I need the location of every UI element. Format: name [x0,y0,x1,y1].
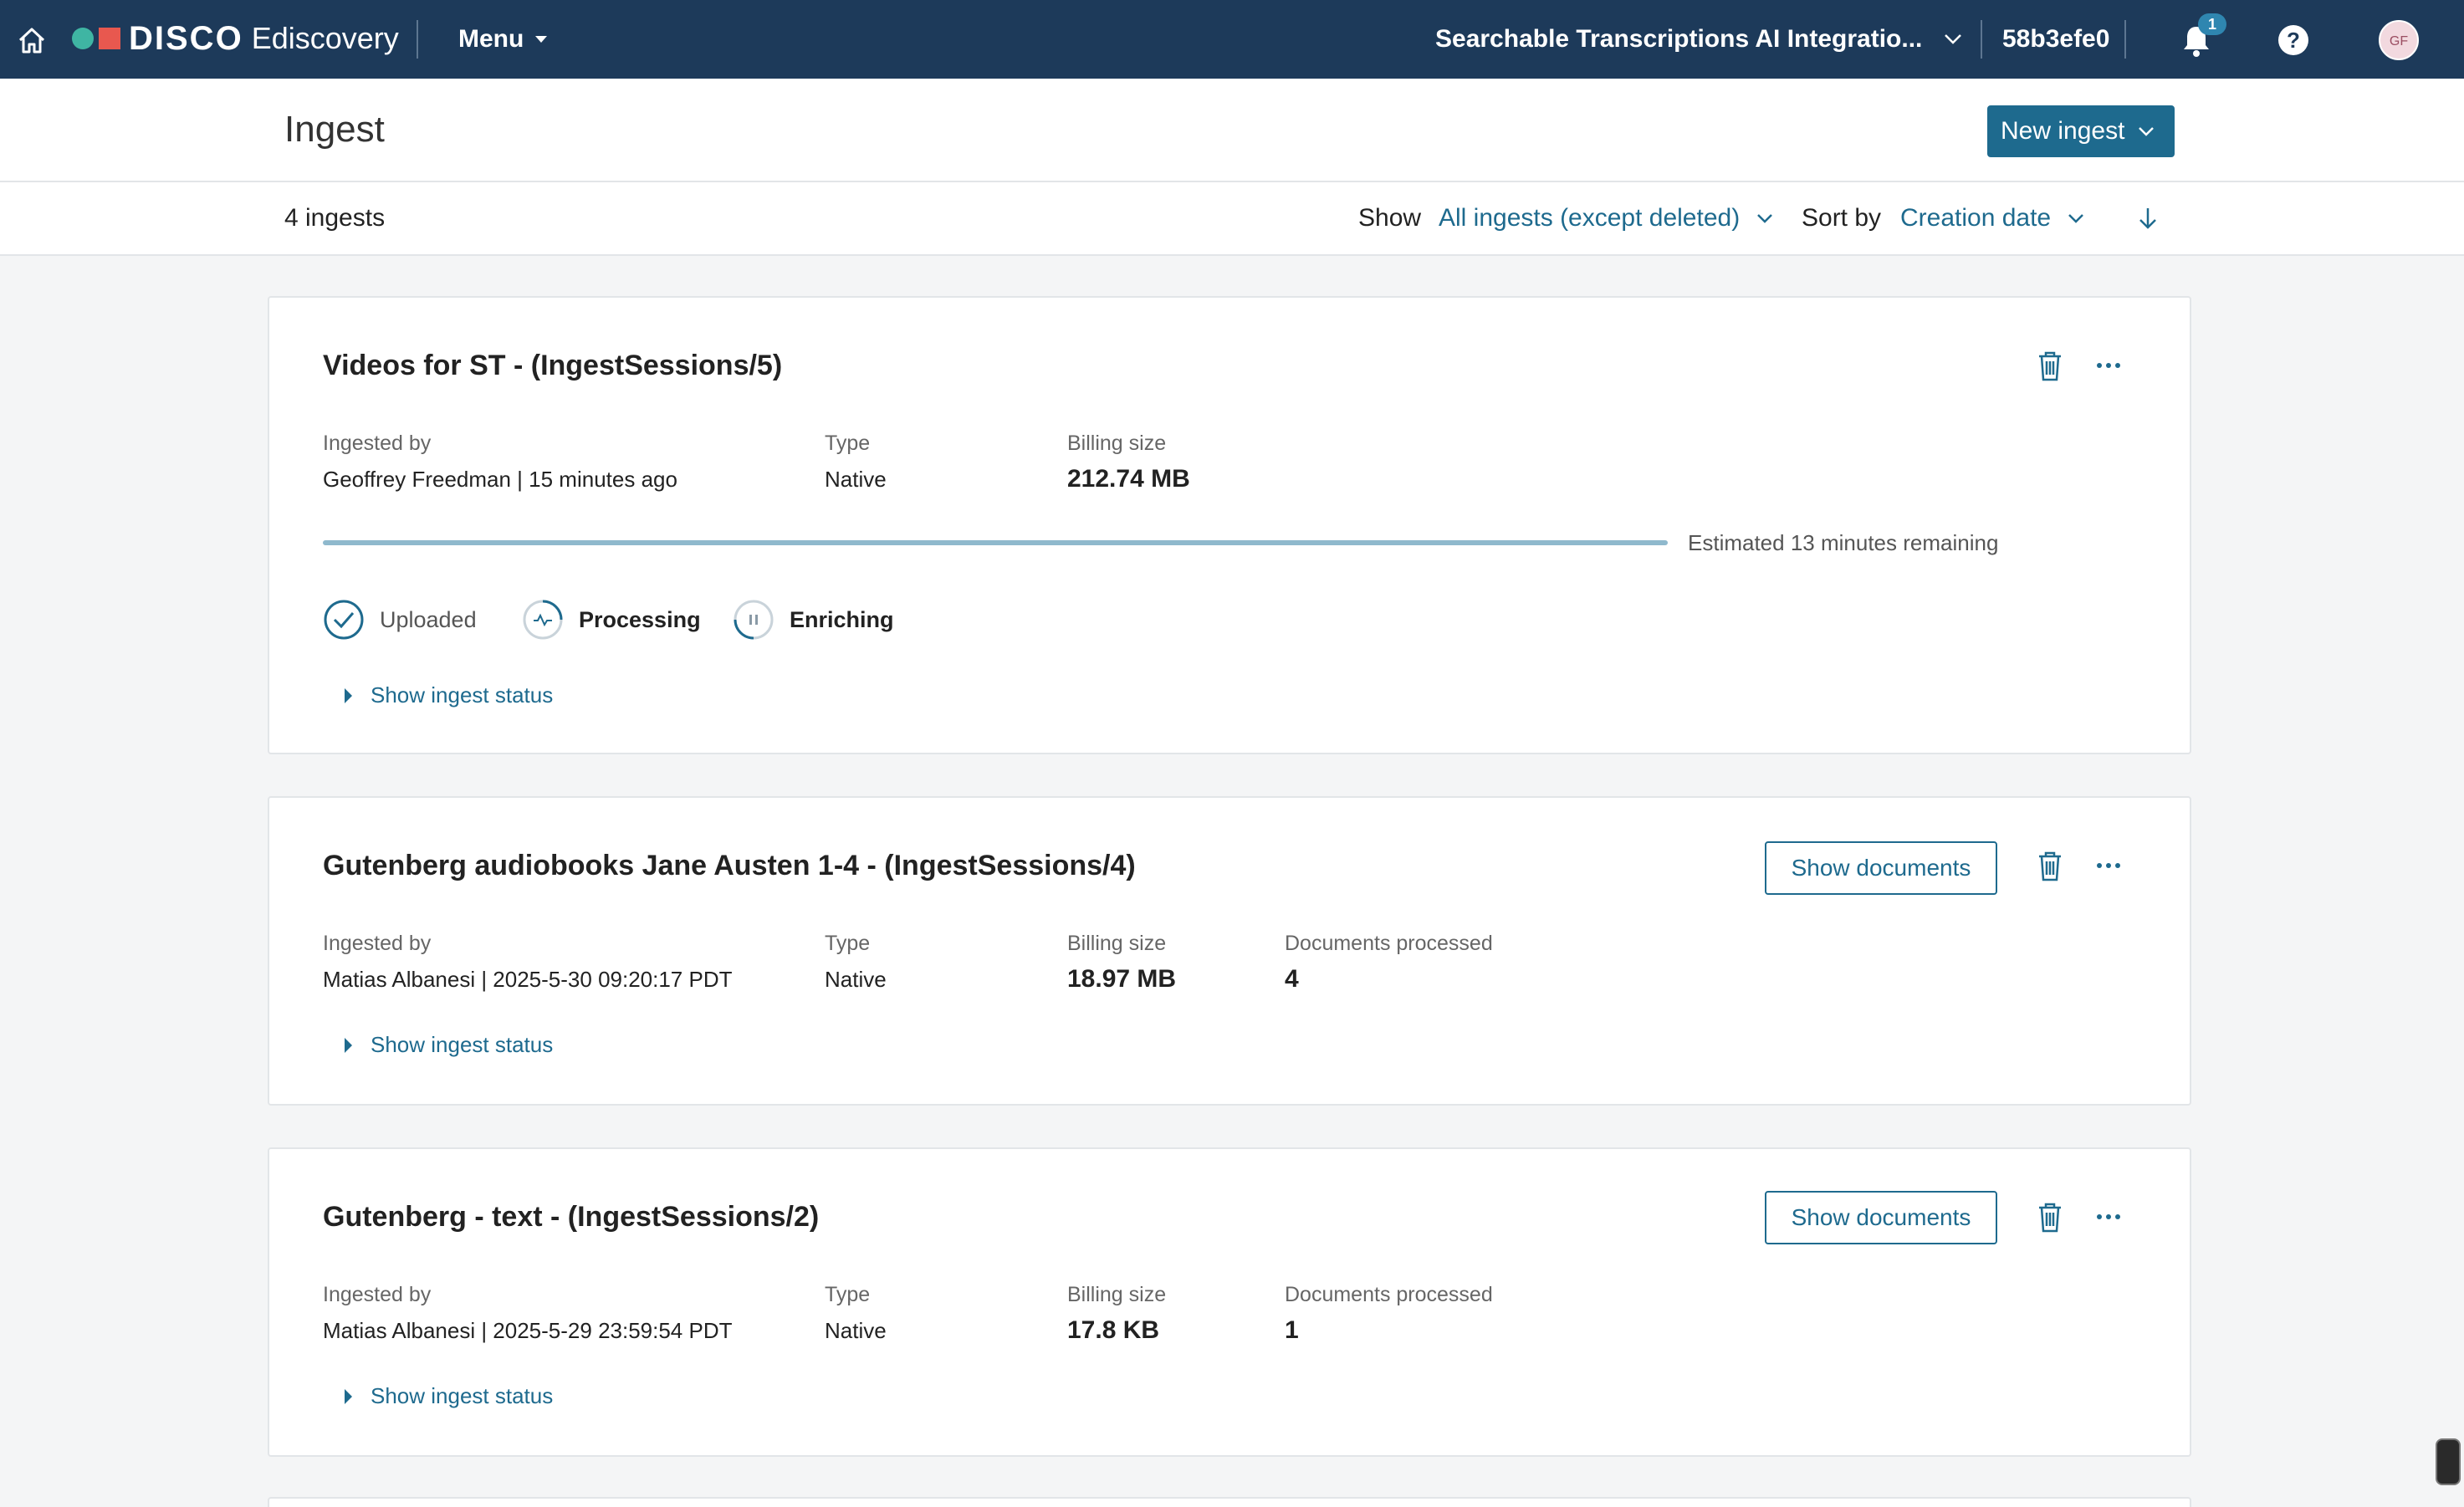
caret-down-icon [535,36,548,43]
help-icon[interactable]: ? [2278,25,2308,55]
show-ingest-status-label: Show ingest status [371,682,554,708]
sort-dropdown[interactable]: Creation date [1900,204,2084,232]
new-ingest-label: New ingest [2001,117,2125,145]
chevron-down-icon [2139,127,2155,136]
more-options-icon[interactable] [2096,1213,2121,1221]
show-label: Show [1358,204,1422,232]
step-uploaded: Uploaded [323,599,477,641]
billing-size-label: Billing size [1067,932,1167,955]
more-options-icon[interactable] [2096,861,2121,870]
ingested-by-label: Ingested by [323,1283,432,1306]
billing-size-label: Billing size [1067,432,1167,455]
billing-size-value: 17.8 KB [1067,1316,1160,1344]
product-name: Ediscovery [251,21,399,55]
new-ingest-button[interactable]: New ingest [1987,105,2175,157]
show-filter-value: All ingests (except deleted) [1439,204,1741,232]
ingest-title: Gutenberg - text - (IngestSessions/2) [323,1201,820,1233]
documents-processed-label: Documents processed [1285,932,1493,955]
show-ingest-status-toggle[interactable]: Show ingest status [345,1032,553,1058]
caret-right-icon [345,1037,352,1053]
show-filter-dropdown[interactable]: All ingests (except deleted) [1439,204,1773,232]
nav-divider [417,20,418,59]
step-processing: Processing [522,599,701,641]
billing-size-value: 18.97 MB [1067,965,1177,993]
project-selector[interactable]: Searchable Transcriptions AI Integratio.… [1435,25,1962,54]
step-label: Uploaded [380,606,477,632]
logo-dot-icon [72,28,94,49]
show-documents-button[interactable]: Show documents [1765,1191,1997,1244]
step-label: Enriching [790,606,894,632]
check-circle-icon [324,600,364,640]
page-header: Ingest New ingest [0,79,2464,182]
sort-label: Sort by [1802,204,1882,232]
ingest-card: Videos for ST - (IngestSessions/5) Inges… [268,296,2191,754]
trash-icon[interactable] [2036,350,2064,383]
estimate-remaining: Estimated 13 minutes remaining [1688,530,1999,555]
filter-bar: 4 ingests Show All ingests (except delet… [0,182,2464,256]
brand-name: DISCO [129,19,243,57]
pause-circle-icon [734,600,774,640]
show-ingest-status-label: Show ingest status [371,1032,554,1057]
type-value: Native [825,467,887,492]
ingest-card: Gutenberg - text - (IngestSessions/2) Sh… [268,1147,2191,1457]
documents-processed-value: 4 [1285,965,1299,993]
ingest-card: Gutenberg audiobooks Jane Austen 1-4 - (… [268,796,2191,1106]
chevron-down-icon [1945,34,1962,44]
sort-direction-icon[interactable] [2136,206,2160,231]
ingest-title: Gutenberg audiobooks Jane Austen 1-4 - (… [323,850,1136,881]
ingested-by-label: Ingested by [323,932,432,955]
ingest-count: 4 ingests [284,204,386,232]
nav-divider [2124,20,2126,59]
disco-logo[interactable]: DISCO Ediscovery [72,20,399,57]
logo-square-icon [99,28,120,49]
ingested-by-value: Matias Albanesi | 2025-5-30 09:20:17 PDT [323,967,733,992]
ingest-progress-bar [323,540,1668,545]
type-label: Type [825,432,871,455]
step-label: Processing [579,606,701,632]
more-options-icon[interactable] [2096,361,2121,370]
type-value: Native [825,967,887,992]
show-ingest-status-toggle[interactable]: Show ingest status [345,682,553,708]
type-label: Type [825,932,871,955]
project-name: Searchable Transcriptions AI Integratio.… [1435,25,1923,53]
ingest-card [268,1497,2191,1507]
ingested-by-value: Geoffrey Freedman | 15 minutes ago [323,467,677,492]
chevron-down-icon [2068,214,2084,223]
billing-size-label: Billing size [1067,1283,1167,1306]
show-documents-button[interactable]: Show documents [1765,841,1997,895]
case-id[interactable]: 58b3efe0 [2002,25,2109,54]
chevron-down-icon [1757,214,1773,223]
step-enriching: Enriching [733,599,894,641]
type-label: Type [825,1283,871,1306]
caret-right-icon [345,687,352,703]
nav-divider [1981,20,1982,59]
show-ingest-status-toggle[interactable]: Show ingest status [345,1383,553,1409]
processing-icon [523,600,563,640]
ingested-by-label: Ingested by [323,432,432,455]
trash-icon[interactable] [2036,1201,2064,1234]
documents-processed-value: 1 [1285,1316,1299,1344]
documents-processed-label: Documents processed [1285,1283,1493,1306]
main-menu-button[interactable]: Menu [458,25,548,54]
caret-right-icon [345,1388,352,1404]
ingested-by-value: Matias Albanesi | 2025-5-29 23:59:54 PDT [323,1318,733,1343]
notification-badge: 1 [2198,13,2226,35]
type-value: Native [825,1318,887,1343]
scrollbar-thumb[interactable] [2436,1438,2461,1485]
trash-icon[interactable] [2036,850,2064,883]
show-ingest-status-label: Show ingest status [371,1383,554,1408]
user-avatar[interactable]: GF [2379,20,2419,60]
billing-size-value: 212.74 MB [1067,465,1190,493]
top-navbar: DISCO Ediscovery Menu Searchable Transcr… [0,0,2464,79]
menu-label: Menu [458,25,524,53]
page-title: Ingest [284,109,385,150]
home-icon[interactable] [15,23,49,57]
ingest-title: Videos for ST - (IngestSessions/5) [323,350,783,381]
sort-value: Creation date [1900,204,2052,232]
